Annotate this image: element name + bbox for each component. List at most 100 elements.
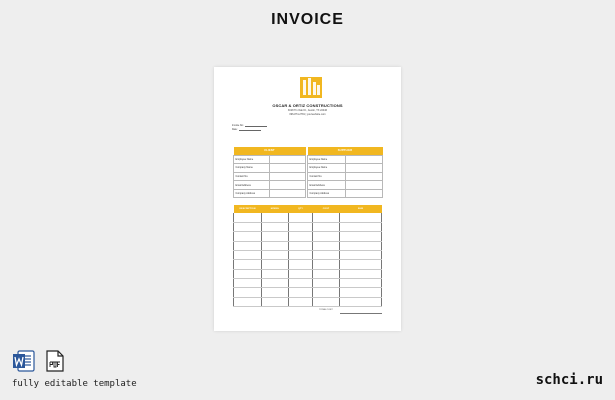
item-cell[interactable] bbox=[339, 213, 382, 223]
item-cell[interactable] bbox=[261, 259, 289, 270]
supplier-field-label: Company Address bbox=[307, 188, 347, 199]
item-cell[interactable] bbox=[312, 259, 340, 270]
supplier-field-label: Employee Name bbox=[307, 154, 347, 165]
item-cell[interactable] bbox=[233, 278, 262, 289]
item-cell[interactable] bbox=[339, 231, 382, 242]
item-cell[interactable] bbox=[233, 269, 262, 279]
item-cell[interactable] bbox=[288, 241, 313, 251]
item-cell[interactable] bbox=[233, 259, 262, 270]
item-row bbox=[233, 231, 382, 242]
client-field-value[interactable] bbox=[268, 163, 307, 173]
supplier-field-value[interactable] bbox=[345, 188, 384, 199]
item-cell[interactable] bbox=[261, 231, 289, 242]
item-row bbox=[233, 259, 382, 270]
company-address: 3028 Tin Oak Dr., Austin, TX 22446 bbox=[287, 109, 328, 112]
supplier-field-label: Contact No. bbox=[307, 171, 347, 182]
item-row bbox=[233, 297, 382, 307]
item-cell[interactable] bbox=[312, 213, 340, 223]
item-cell[interactable] bbox=[288, 287, 313, 298]
total-cost-value[interactable] bbox=[339, 306, 382, 314]
invoice-date-row: Date: bbox=[232, 127, 292, 131]
party-row: Company Address Company Address bbox=[233, 188, 384, 199]
item-cell[interactable] bbox=[261, 250, 289, 261]
item-cell[interactable] bbox=[288, 231, 313, 242]
item-cell[interactable] bbox=[288, 278, 313, 289]
item-cell[interactable] bbox=[288, 259, 313, 270]
item-cell[interactable] bbox=[312, 297, 340, 307]
column-header-cost: COST bbox=[312, 205, 340, 213]
column-header-qty: QTY bbox=[288, 205, 313, 213]
item-row bbox=[233, 250, 382, 261]
item-cell[interactable] bbox=[288, 297, 313, 307]
invoice-date-field[interactable] bbox=[238, 128, 261, 131]
item-cell[interactable] bbox=[233, 222, 262, 233]
item-row bbox=[233, 241, 382, 251]
item-row bbox=[233, 213, 382, 223]
item-cell[interactable] bbox=[233, 241, 262, 251]
item-cell[interactable] bbox=[288, 213, 313, 223]
party-row: Company Name Employee Name bbox=[233, 163, 384, 173]
client-field-value[interactable] bbox=[268, 180, 307, 190]
item-cell[interactable] bbox=[339, 278, 382, 289]
item-cell[interactable] bbox=[261, 213, 289, 223]
item-cell[interactable] bbox=[339, 250, 382, 261]
item-cell[interactable] bbox=[339, 269, 382, 279]
column-header-sum: SUM bbox=[339, 205, 382, 213]
item-cell[interactable] bbox=[339, 241, 382, 251]
item-cell[interactable] bbox=[261, 297, 289, 307]
item-cell[interactable] bbox=[339, 297, 382, 307]
supplier-field-value[interactable] bbox=[345, 154, 384, 165]
total-row: TOTAL COST bbox=[234, 306, 382, 314]
item-cell[interactable] bbox=[261, 241, 289, 251]
invoice-meta: Invoice No.: Date: bbox=[232, 123, 292, 131]
site-brand[interactable]: schci.ru bbox=[536, 372, 603, 388]
item-cell[interactable] bbox=[233, 250, 262, 261]
item-cell[interactable] bbox=[288, 250, 313, 261]
line-items-table: DESCRIPTION MODEL QTY COST SUM TOTAL COS… bbox=[233, 205, 382, 314]
supplier-field-value[interactable] bbox=[345, 163, 384, 173]
item-cell[interactable] bbox=[312, 278, 340, 289]
item-cell[interactable] bbox=[312, 250, 340, 261]
item-cell[interactable] bbox=[261, 278, 289, 289]
item-cell[interactable] bbox=[312, 269, 340, 279]
item-row bbox=[233, 278, 382, 289]
item-cell[interactable] bbox=[312, 241, 340, 251]
item-cell[interactable] bbox=[233, 287, 262, 298]
item-cell[interactable] bbox=[339, 287, 382, 298]
invoice-document-preview[interactable]: OSCAR & ORTIZ CONSTRUCTIONS 3028 Tin Oak… bbox=[214, 67, 401, 331]
total-cost-label: TOTAL COST bbox=[319, 309, 333, 312]
item-cell[interactable] bbox=[288, 269, 313, 279]
column-header-description: DESCRIPTION bbox=[233, 205, 262, 213]
item-cell[interactable] bbox=[312, 222, 340, 233]
item-cell[interactable] bbox=[312, 287, 340, 298]
invoice-number-field[interactable] bbox=[245, 124, 268, 127]
supplier-field-label: Email Address bbox=[307, 180, 347, 190]
item-cell[interactable] bbox=[312, 231, 340, 242]
item-cell[interactable] bbox=[261, 269, 289, 279]
supplier-field-value[interactable] bbox=[345, 180, 384, 190]
item-row bbox=[233, 287, 382, 298]
item-cell[interactable] bbox=[233, 231, 262, 242]
item-cell[interactable] bbox=[339, 259, 382, 270]
pdf-icon[interactable] bbox=[43, 349, 67, 373]
party-header-row: CLIENT SUPPLIER bbox=[233, 147, 383, 155]
client-field-value[interactable] bbox=[268, 154, 307, 165]
item-cell[interactable] bbox=[288, 222, 313, 233]
item-cell[interactable] bbox=[261, 222, 289, 233]
supplier-field-label: Employee Name bbox=[307, 163, 347, 173]
item-cell[interactable] bbox=[261, 287, 289, 298]
client-field-value[interactable] bbox=[268, 188, 307, 199]
column-header-model: MODEL bbox=[261, 205, 289, 213]
company-name: OSCAR & ORTIZ CONSTRUCTIONS bbox=[272, 103, 343, 108]
supplier-field-value[interactable] bbox=[345, 171, 384, 182]
client-field-label: Company Name bbox=[233, 163, 270, 173]
invoice-date-label: Date: bbox=[232, 129, 238, 131]
word-icon[interactable] bbox=[12, 349, 36, 373]
client-field-value[interactable] bbox=[268, 171, 307, 182]
item-cell[interactable] bbox=[339, 222, 382, 233]
item-row bbox=[233, 269, 382, 279]
item-row bbox=[233, 222, 382, 233]
item-cell[interactable] bbox=[233, 213, 262, 223]
item-cell[interactable] bbox=[233, 297, 262, 307]
footer-caption: fully editable template bbox=[12, 379, 137, 389]
